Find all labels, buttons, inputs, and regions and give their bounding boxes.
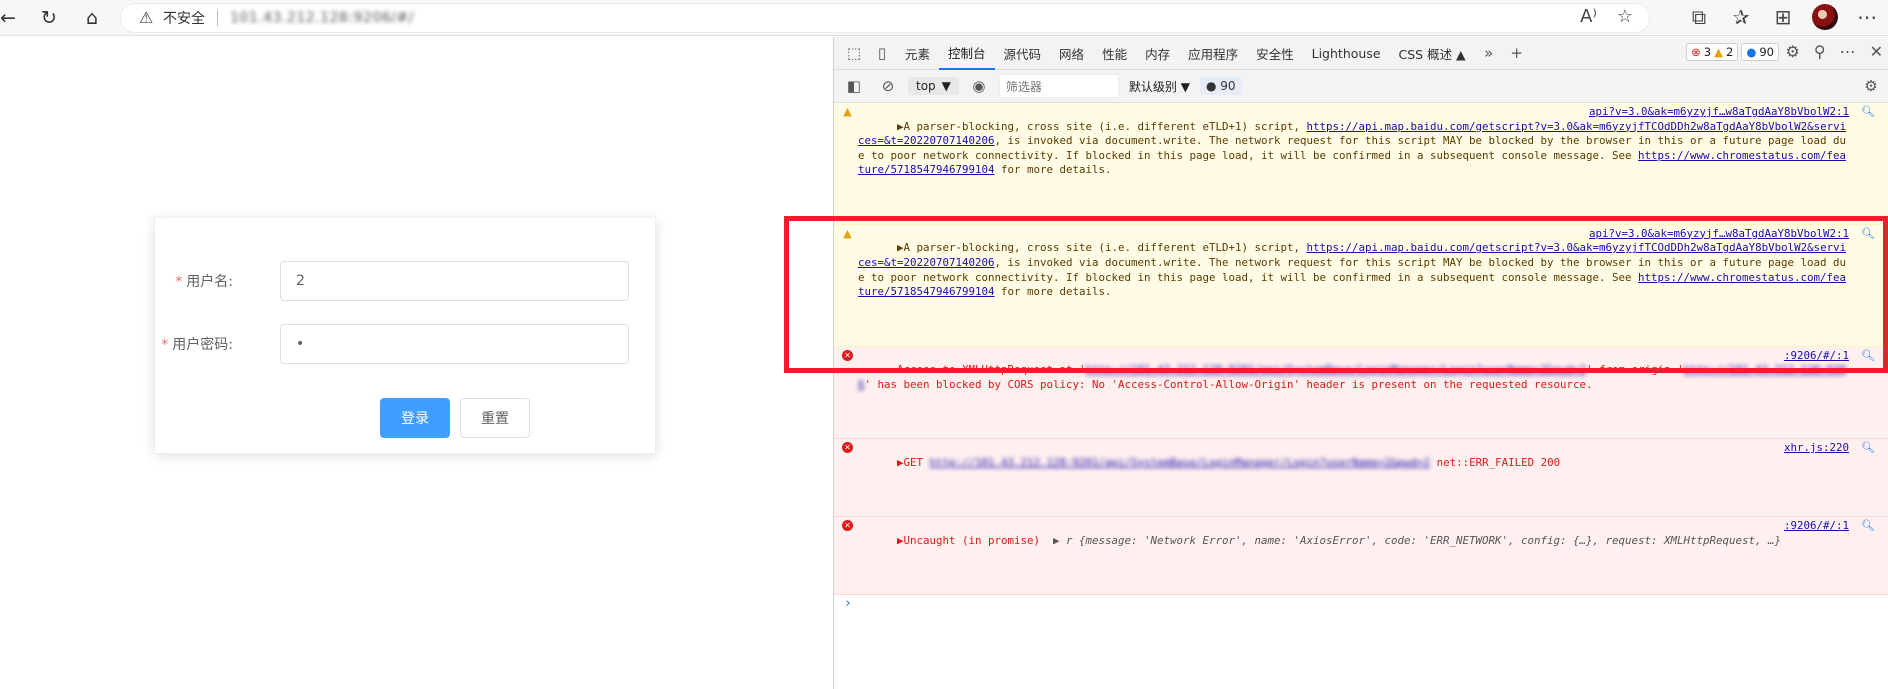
reset-button[interactable]: 重置 [460,398,530,438]
tab-console[interactable]: 控制台 [939,37,995,70]
login-card: * 用户名: 2 * 用户密码: • 登录 重置 [154,217,656,454]
console-log: ▲ ▶A parser-blocking, cross site (i.e. di… [834,103,1888,614]
devtools-panel: ⬚ ▯ 元素 控制台 源代码 网络 性能 内存 应用程序 安全性 Lightho… [833,37,1888,689]
refresh-icon[interactable]: ↻ [35,4,63,32]
url-text[interactable]: 101.43.212.128:9206/#/ [230,10,414,26]
error-icon: ✕ [842,442,853,454]
tab-network[interactable]: 网络 [1050,37,1093,70]
tab-performance[interactable]: 性能 [1093,37,1136,70]
error-object-preview[interactable]: ▶ r {message: 'Network Error', name: 'Ax… [1053,534,1781,547]
devtools-tabbar: ⬚ ▯ 元素 控制台 源代码 网络 性能 内存 应用程序 安全性 Lightho… [834,37,1888,70]
username-label: * 用户名: [175,274,233,290]
password-input[interactable]: • [280,324,629,364]
customize-icon[interactable]: ⚲ [1814,42,1826,61]
context-select[interactable]: top ▼ [908,77,959,95]
login-button[interactable]: 登录 [380,398,450,438]
console-settings-icon[interactable]: ⚙ [1857,77,1885,95]
search-icon[interactable]: 🔍︎ [1861,349,1875,364]
close-icon[interactable]: ✕ [1870,42,1883,61]
live-expression-icon[interactable]: ◉ [965,77,993,95]
chevron-down-icon: ▼ [941,79,951,93]
console-error: ✕ ▶GET http://101.43.212.128:9201/api/Sys… [834,439,1888,518]
console-error: ✕ ▶Uncaught (in promise) ▶ r {message: 'N… [834,517,1888,595]
insecure-label: 不安全 [163,11,205,27]
warning-icon: ▲ [843,105,852,118]
username-input[interactable]: 2 [280,261,629,301]
favorites-icon[interactable]: ✰ [1728,4,1754,30]
tab-lighthouse[interactable]: Lighthouse [1303,37,1390,70]
tab-css-overview[interactable]: CSS 概述 ▲ [1390,37,1475,70]
warning-icon: ⚠ [139,8,154,27]
tab-sources[interactable]: 源代码 [995,37,1051,70]
source-link[interactable]: api?v=3.0&ak=m6yzyjf…w8aTgdAaY8bVbolW2:1 [1582,226,1849,242]
search-icon[interactable]: 🔍︎ [1861,105,1875,120]
favorite-add-icon[interactable]: ☆ [1617,6,1633,27]
username-row: * 用户名: 2 [155,261,635,301]
search-icon[interactable]: 🔍︎ [1861,519,1875,534]
settings-icon[interactable]: ⚙ [1786,42,1800,61]
tab-security[interactable]: 安全性 [1247,37,1303,70]
error-icon: ✕ [842,349,853,361]
request-url-link[interactable]: http://101.43.212.128:9201/api/SystemBas… [1086,363,1587,376]
log-level-select[interactable]: 默认级别 ▼ [1125,78,1194,95]
address-actions: A⁾ ☆ [1580,6,1633,27]
device-toolbar-icon[interactable]: ▯ [868,44,896,62]
source-link[interactable]: :9206/#/:1 [1777,519,1849,534]
read-aloud-icon[interactable]: A⁾ [1580,6,1597,27]
address-bar[interactable]: ⚠ 不安全 101.43.212.128:9206/#/ A⁾ ☆ [120,3,1650,33]
tab-elements[interactable]: 元素 [896,37,939,70]
tab-application[interactable]: 应用程序 [1179,37,1247,70]
console-warning: ▲ ▶A parser-blocking, cross site (i.e. di… [834,224,1888,347]
address-divider [217,10,218,26]
back-icon[interactable]: ← [0,4,22,32]
page-content: * 用户名: 2 * 用户密码: • 登录 重置 [0,37,833,689]
tab-memory[interactable]: 内存 [1136,37,1179,70]
filter-input[interactable]: 筛选器 [998,74,1119,98]
request-url-link[interactable]: http://101.43.212.128:9201/api/SystemBas… [930,456,1431,469]
password-label: * 用户密码: [161,337,233,353]
devtools-actions: ⚙ ⚲ ⋯ ✕ [1786,42,1883,61]
clear-console-icon[interactable]: ⊘ [874,77,902,95]
extensions-icon[interactable]: ⧉ [1686,4,1712,30]
more-icon[interactable]: ⋯ [1854,4,1880,30]
error-icon: ✕ [842,520,853,532]
home-icon[interactable]: ⌂ [78,4,106,32]
source-link[interactable]: xhr.js:220 [1777,441,1849,456]
browser-toolbar: ← ↻ ⌂ ⚠ 不安全 101.43.212.128:9206/#/ A⁾ ☆ … [0,0,1888,36]
console-warning: ▲ ▶A parser-blocking, cross site (i.e. di… [834,103,1888,225]
info-count-badge[interactable]: ● 90 [1741,43,1779,61]
console-error: ✕ Access to XMLHttpRequest at 'http://101… [834,346,1888,440]
password-row: * 用户密码: • [155,324,635,364]
error-count-badge[interactable]: ⊗ 3 ▲ 2 [1686,43,1739,61]
source-link[interactable]: api?v=3.0&ak=m6yzyjf…w8aTgdAaY8bVbolW2:1 [1582,105,1849,120]
warning-icon: ▲ [843,226,852,240]
add-tab-icon[interactable]: + [1503,44,1531,62]
message-count-badge[interactable]: ● 90 [1199,77,1242,95]
search-icon[interactable]: 🔍︎ [1861,227,1875,242]
more-tabs-icon[interactable]: » [1475,44,1503,62]
collections-icon[interactable]: ⊞ [1770,4,1796,30]
kebab-menu-icon[interactable]: ⋯ [1840,42,1856,61]
search-icon[interactable]: 🔍︎ [1861,441,1875,456]
inspect-icon[interactable]: ⬚ [840,44,868,62]
console-prompt[interactable]: › [834,595,1888,614]
profile-avatar[interactable] [1812,4,1838,30]
console-toolbar: ◧ ⊘ top ▼ ◉ 筛选器 默认级别 ▼ ● 90 ⚙ [834,70,1888,103]
issue-counters[interactable]: ⊗ 3 ▲ 2 ● 90 [1686,43,1779,61]
browser-tools: ⧉ ✰ ⊞ ⋯ [1686,4,1880,30]
source-link[interactable]: :9206/#/:1 [1777,348,1849,364]
sidebar-toggle-icon[interactable]: ◧ [840,77,868,95]
